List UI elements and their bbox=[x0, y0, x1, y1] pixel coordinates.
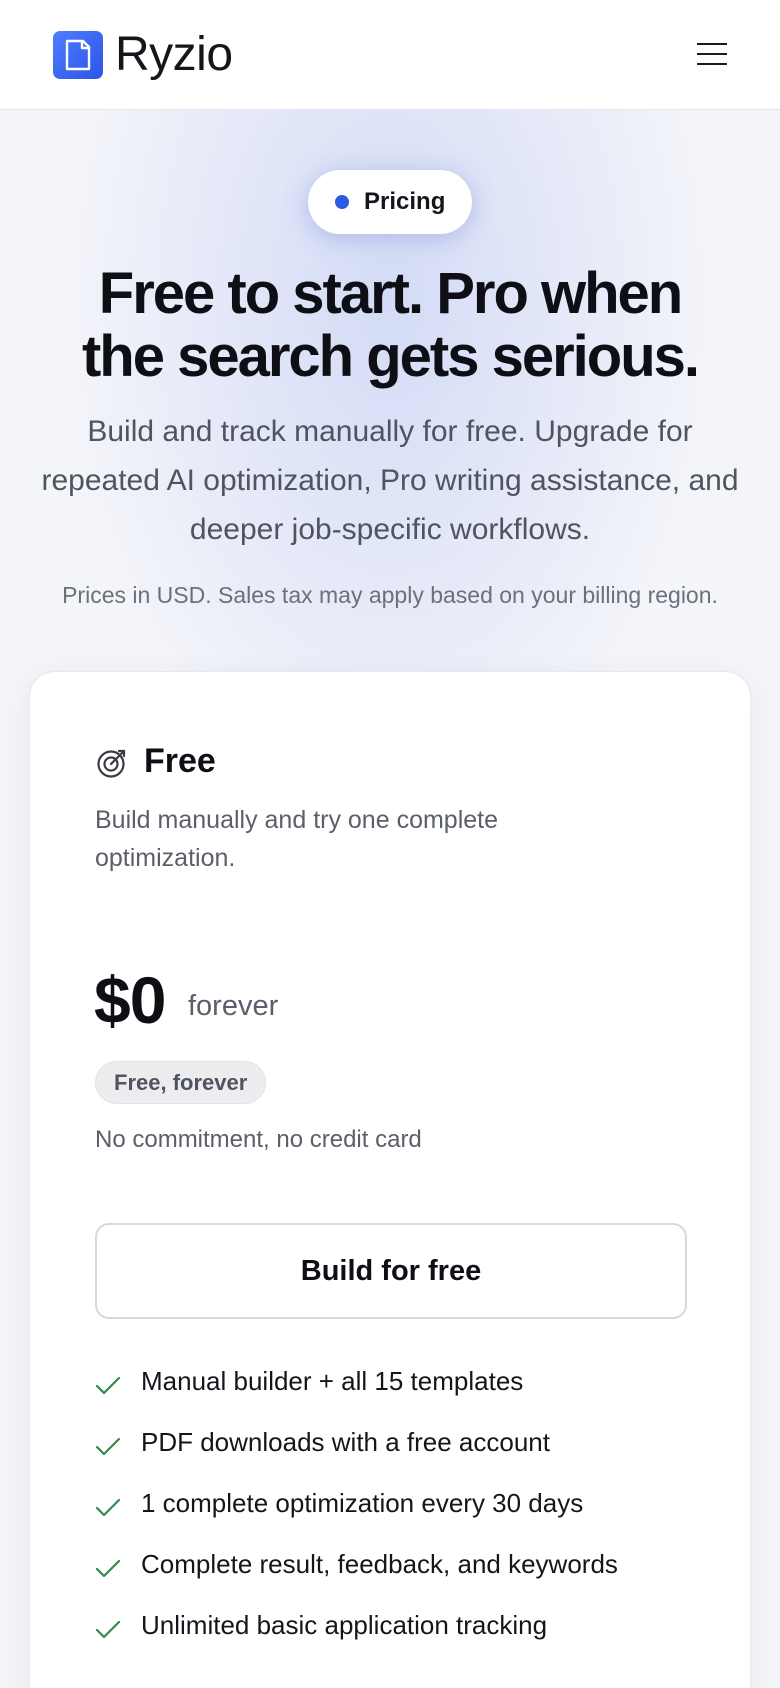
brand-name[interactable]: Ryzio bbox=[115, 26, 233, 84]
feature-item: Manual builder + all 15 templates bbox=[95, 1360, 715, 1421]
build-for-free-button[interactable]: Build for free bbox=[95, 1223, 687, 1319]
feature-item: Complete result, feedback, and keywords bbox=[95, 1543, 715, 1604]
check-icon bbox=[95, 1376, 121, 1395]
feature-text: Manual builder + all 15 templates bbox=[141, 1366, 524, 1396]
plan-name: Free bbox=[144, 742, 216, 780]
plan-commitment: No commitment, no credit card bbox=[95, 1126, 422, 1153]
document-icon bbox=[65, 39, 91, 71]
top-navbar: Ryzio bbox=[0, 0, 780, 110]
page-headline: Free to start. Pro when the search gets … bbox=[20, 262, 760, 388]
pricing-note: Prices in USD. Sales tax may apply based… bbox=[62, 582, 718, 608]
feature-text: Unlimited basic application tracking bbox=[141, 1610, 548, 1640]
check-icon bbox=[95, 1437, 121, 1456]
plan-description: Build manually and try one complete opti… bbox=[95, 806, 499, 872]
feature-item: PDF downloads with a free account bbox=[95, 1421, 715, 1482]
plan-price: $0 bbox=[94, 963, 166, 1037]
check-icon bbox=[95, 1559, 121, 1578]
plan-card-free: Free Build manually and try one complete… bbox=[29, 671, 751, 1688]
pill-label: Pricing bbox=[364, 188, 446, 215]
headline-line-2: the search gets serious. bbox=[81, 324, 700, 389]
headline-line-1: Free to start. Pro when bbox=[98, 261, 683, 326]
hamburger-menu-icon bbox=[697, 43, 727, 45]
check-icon bbox=[95, 1498, 121, 1517]
pricing-page: Ryzio Pricing Free to start. Pro when th… bbox=[0, 0, 780, 1688]
pill-dot-icon bbox=[335, 195, 349, 209]
feature-text: 1 complete optimization every 30 days bbox=[141, 1488, 584, 1518]
plan-badge: Free, forever bbox=[95, 1061, 267, 1104]
feature-item: 1 complete optimization every 30 days bbox=[95, 1482, 715, 1543]
menu-button[interactable] bbox=[692, 36, 732, 72]
section-pill: Pricing bbox=[308, 170, 472, 234]
page-subtitle: Build and track manually for free. Upgra… bbox=[41, 415, 739, 546]
brand-logo[interactable] bbox=[53, 31, 103, 79]
feature-list: Manual builder + all 15 templates PDF do… bbox=[95, 1360, 715, 1665]
plan-period: forever bbox=[188, 990, 279, 1022]
feature-item: Unlimited basic application tracking bbox=[95, 1604, 715, 1665]
check-icon bbox=[95, 1620, 121, 1639]
feature-text: Complete result, feedback, and keywords bbox=[141, 1549, 618, 1579]
feature-text: PDF downloads with a free account bbox=[141, 1427, 550, 1457]
target-icon bbox=[97, 749, 126, 778]
